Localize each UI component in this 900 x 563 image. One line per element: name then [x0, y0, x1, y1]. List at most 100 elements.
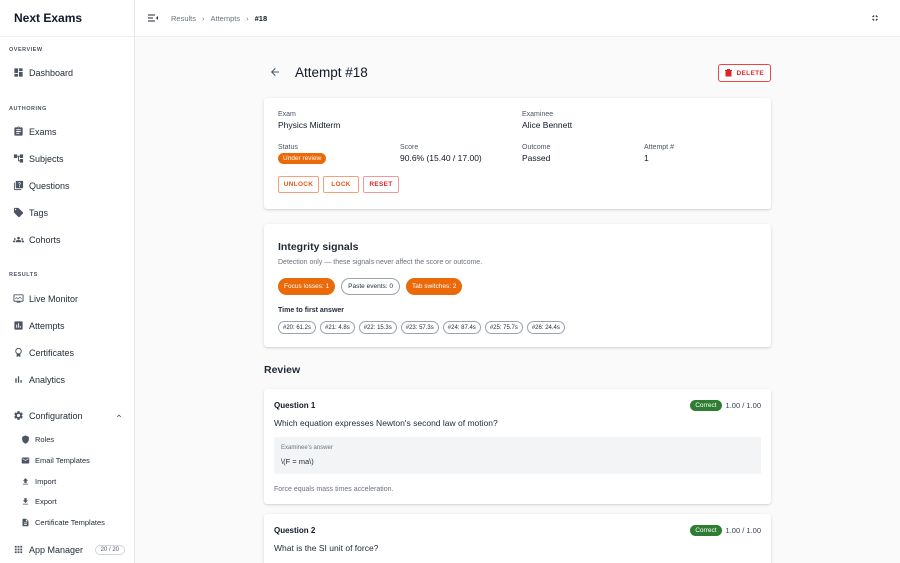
examinee-label: Examinee: [522, 111, 554, 118]
question-title: Question 2: [274, 526, 316, 535]
status-label: Status: [278, 144, 298, 151]
sidebar-item-label: Tags: [29, 207, 49, 218]
sidebar-item-label: Roles: [35, 434, 55, 444]
unlock-button[interactable]: UNLOCK: [278, 176, 319, 193]
sidebar-item-exams[interactable]: Exams: [0, 118, 134, 145]
sidebar-item-certificates[interactable]: Certificates: [0, 339, 134, 366]
sidebar-item-label: Export: [35, 496, 57, 506]
sidebar-item-label: Analytics: [29, 374, 66, 385]
main-content: Attempt #18 DELETE Exam Physics Midterm …: [135, 37, 900, 563]
groups-icon: [13, 234, 24, 245]
menu-collapse-icon[interactable]: [147, 13, 159, 23]
gear-icon: [13, 410, 24, 421]
time-to-first-answer-list: #20: 61.2s #21: 4.8s #22: 15.3s #23: 57.…: [278, 321, 565, 334]
dashboard-icon: [13, 67, 24, 78]
section-authoring: AUTHORING: [9, 106, 47, 112]
time-to-first-answer-title: Time to first answer: [278, 307, 345, 314]
sidebar-item-tags[interactable]: Tags: [0, 199, 134, 226]
status-badge: Under review: [278, 153, 327, 164]
sidebar-item-certificate-templates[interactable]: Certificate Templates: [0, 512, 134, 533]
answer-value: \(F = ma\): [281, 457, 314, 466]
apps-icon: [13, 544, 24, 555]
sidebar-item-cohorts[interactable]: Cohorts: [0, 226, 134, 253]
back-arrow-icon[interactable]: [269, 66, 281, 78]
quiz-icon: [13, 180, 24, 191]
sidebar-item-label: Import: [35, 476, 57, 486]
breadcrumb-current: #18: [254, 13, 268, 23]
question-text: What is the SI unit of force?: [274, 543, 379, 553]
paste-events-chip: Paste events: 0: [341, 278, 400, 295]
sidebar-item-live-monitor[interactable]: Live Monitor: [0, 285, 134, 312]
section-overview: OVERVIEW: [9, 47, 43, 53]
tfa-chip: #20: 61.2s: [278, 321, 317, 334]
page-title: Attempt #18: [295, 64, 368, 80]
topbar: Results › Attempts › #18: [135, 0, 900, 37]
breadcrumb-results[interactable]: Results: [171, 14, 196, 23]
tfa-chip: #21: 4.8s: [320, 321, 355, 334]
correct-badge: Correct: [690, 400, 722, 411]
section-results: RESULTS: [9, 272, 38, 278]
outcome-value: Passed: [522, 153, 551, 163]
sidebar-item-app-manager[interactable]: App Manager 20 / 20: [0, 536, 134, 563]
sidebar-item-label: App Manager: [29, 544, 84, 555]
sidebar-item-configuration[interactable]: Configuration: [0, 402, 134, 429]
outcome-label: Outcome: [522, 144, 551, 151]
sidebar-item-analytics[interactable]: Analytics: [0, 366, 134, 393]
question-explanation: Force equals mass times acceleration.: [274, 486, 394, 493]
delete-button[interactable]: DELETE: [717, 64, 771, 82]
sidebar-item-label: Exams: [29, 126, 57, 137]
examinee-value: Alice Bennett: [522, 120, 573, 130]
sidebar-item-label: Subjects: [29, 153, 64, 164]
assessment-icon: [13, 320, 24, 331]
monitor-icon: [13, 293, 24, 304]
tag-icon: [13, 207, 24, 218]
tfa-chip: #24: 87.4s: [442, 321, 481, 334]
sidebar-item-label: Certificates: [29, 347, 75, 358]
tfa-chip: #26: 24.4s: [526, 321, 565, 334]
attempt-number-value: 1: [644, 153, 649, 163]
sidebar-item-label: Attempts: [29, 320, 65, 331]
clipboard-icon: [13, 126, 24, 137]
tab-switches-chip: Tab switches: 2: [405, 278, 463, 295]
download-icon: [21, 497, 30, 506]
integrity-signals-card: Integrity signals Detection only — these…: [264, 224, 771, 347]
reset-button[interactable]: RESET: [363, 176, 399, 193]
question-score: 1.00 / 1.00: [725, 526, 761, 535]
page-header: Attempt #18 DELETE: [264, 62, 771, 82]
question-score: 1.00 / 1.00: [725, 401, 761, 410]
integrity-subtitle: Detection only — these signals never aff…: [278, 259, 483, 266]
breadcrumb-separator: ›: [246, 13, 249, 23]
sidebar-item-export[interactable]: Export: [0, 491, 134, 512]
tfa-chip: #22: 15.3s: [358, 321, 397, 334]
sidebar-item-roles[interactable]: Roles: [0, 429, 134, 450]
upload-icon: [21, 477, 30, 486]
file-icon: [21, 518, 30, 527]
sidebar-item-label: Live Monitor: [29, 293, 79, 304]
sidebar-item-label: Configuration: [29, 410, 83, 421]
answer-label: Examinee's answer: [281, 445, 333, 451]
sidebar-item-email-templates[interactable]: Email Templates: [0, 450, 134, 471]
bar-chart-icon: [13, 374, 24, 385]
sidebar-item-attempts[interactable]: Attempts: [0, 312, 134, 339]
question-card: Question 2 Correct 1.00 / 1.00 What is t…: [264, 514, 771, 563]
sidebar-item-label: Questions: [29, 180, 70, 191]
app-count-badge: 20 / 20: [94, 544, 125, 555]
integrity-title: Integrity signals: [278, 241, 359, 253]
question-title: Question 1: [274, 401, 316, 410]
sidebar-item-import[interactable]: Import: [0, 471, 134, 492]
chevron-up-icon[interactable]: [115, 412, 123, 420]
sidebar-item-questions[interactable]: Questions: [0, 172, 134, 199]
breadcrumb-attempts[interactable]: Attempts: [211, 14, 241, 23]
attempt-summary-card: Exam Physics Midterm Examinee Alice Benn…: [264, 98, 771, 209]
review-title: Review: [264, 364, 301, 376]
lock-button[interactable]: LOCK: [323, 176, 359, 193]
sidebar-item-subjects[interactable]: Subjects: [0, 145, 134, 172]
sidebar-item-dashboard[interactable]: Dashboard: [0, 59, 134, 86]
delete-label: DELETE: [736, 69, 764, 77]
tfa-chip: #25: 75.7s: [484, 321, 523, 334]
sidebar-item-label: Cohorts: [29, 234, 61, 245]
answer-box: Examinee's answer \(F = ma\): [274, 437, 761, 474]
score-label: Score: [400, 144, 419, 151]
mail-icon: [21, 456, 30, 465]
fullscreen-exit-icon[interactable]: [870, 13, 880, 23]
